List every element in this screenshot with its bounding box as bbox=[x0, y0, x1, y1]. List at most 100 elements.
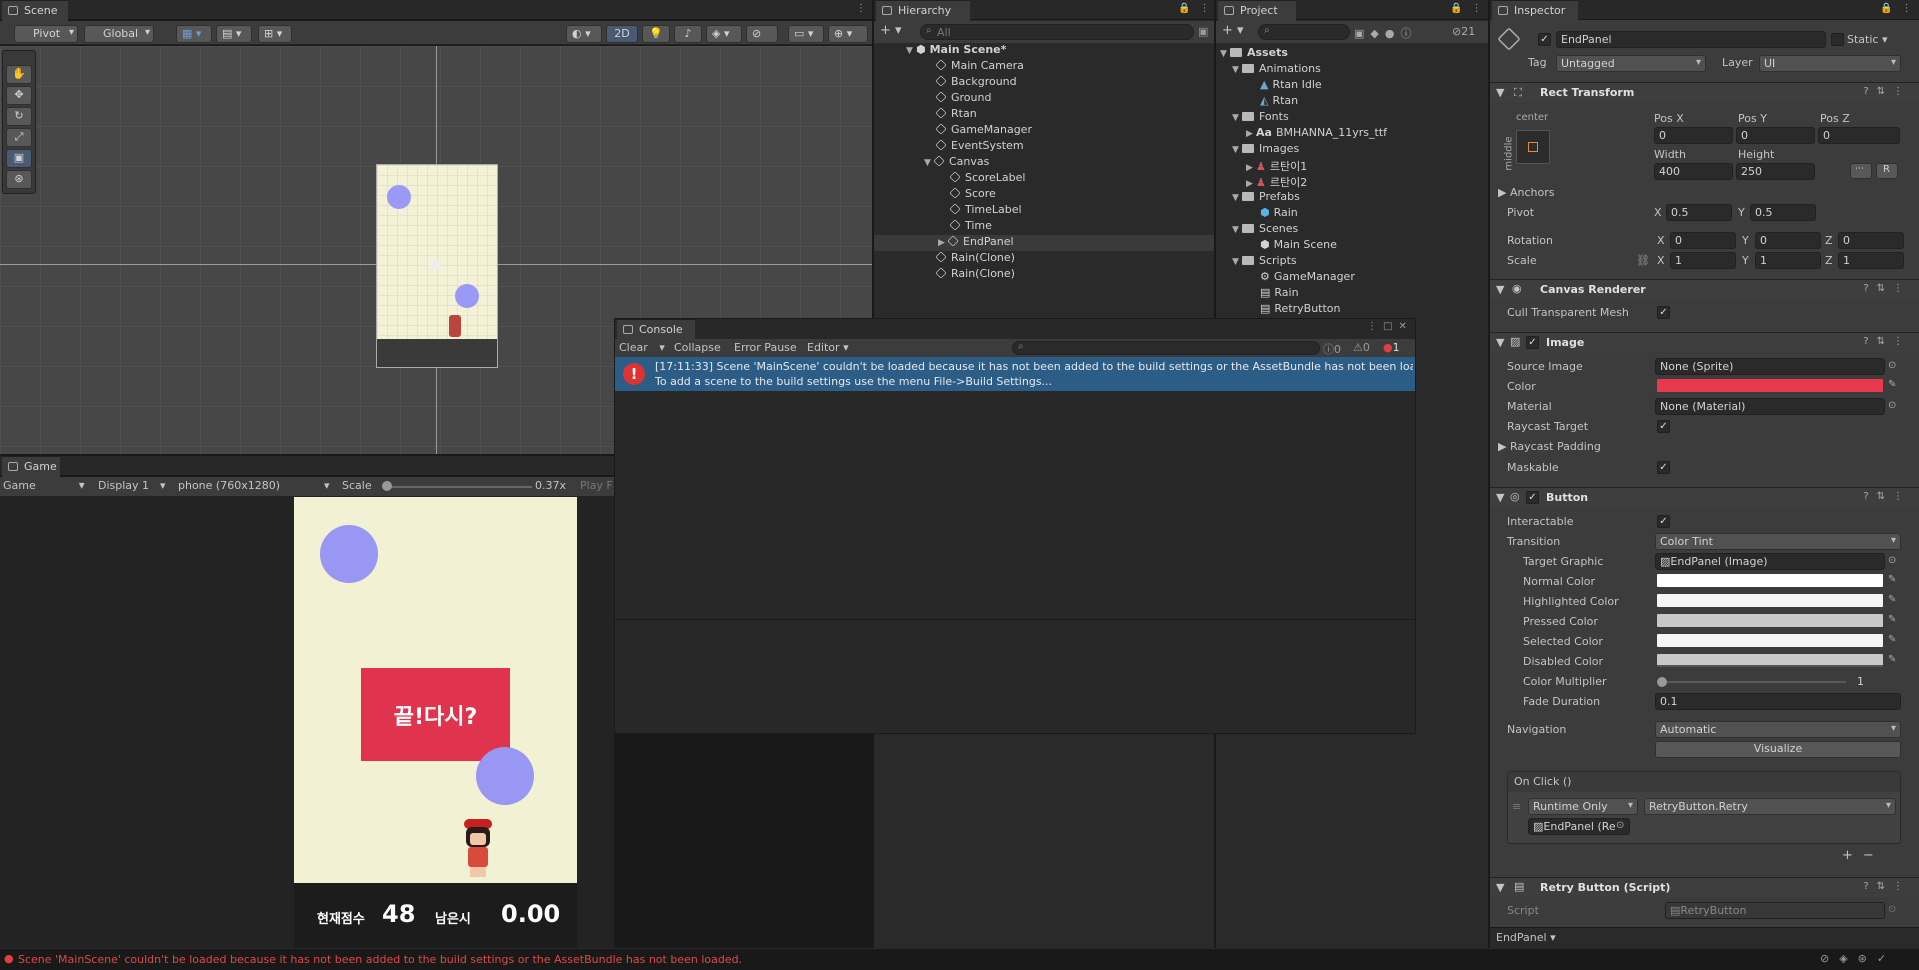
onclick-target-field[interactable]: ▨EndPanel (Re bbox=[1528, 818, 1630, 835]
anchors-foldout[interactable]: ▶ Anchors bbox=[1498, 186, 1554, 199]
project-item-fonts[interactable]: ▼ Fonts bbox=[1216, 110, 1488, 126]
canvas-renderer-header[interactable]: ▼ ◉ Canvas Renderer ?⇅⋮ bbox=[1490, 279, 1919, 299]
project-item-scripts[interactable]: ▼ Scripts bbox=[1216, 254, 1488, 270]
project-item-gamemanager-script[interactable]: ⚙ GameManager bbox=[1216, 270, 1488, 286]
expand-arrow-icon[interactable]: ▶ bbox=[1246, 163, 1256, 173]
rotate-tool[interactable]: ↻ bbox=[6, 107, 32, 126]
selected-color-swatch[interactable] bbox=[1657, 634, 1883, 647]
project-item-main-scene[interactable]: ⬢ Main Scene bbox=[1216, 238, 1488, 254]
project-item-scenes[interactable]: ▼ Scenes bbox=[1216, 222, 1488, 238]
visualize-button[interactable]: Visualize bbox=[1655, 741, 1901, 758]
console-error-count[interactable]: ●1 bbox=[1383, 341, 1400, 354]
width-input[interactable]: 400 bbox=[1654, 163, 1733, 180]
increment-snap-button[interactable]: ▤ ▾ bbox=[216, 25, 252, 43]
method-dropdown[interactable]: RetryButton.Retry bbox=[1644, 798, 1896, 815]
expand-arrow-icon[interactable]: ▼ bbox=[1232, 193, 1242, 203]
expand-arrow-icon[interactable]: ▼ bbox=[1232, 257, 1242, 267]
status-message[interactable]: Scene 'MainScene' couldn't be loaded bec… bbox=[18, 953, 742, 966]
hierarchy-item-score[interactable]: Score bbox=[874, 187, 1214, 203]
hierarchy-item-timelabel[interactable]: TimeLabel bbox=[874, 203, 1214, 219]
hierarchy-item-time[interactable]: Time bbox=[874, 219, 1214, 235]
expand-arrow-icon[interactable]: ▶ bbox=[1246, 129, 1256, 139]
button-enabled-checkbox[interactable]: ✓ bbox=[1526, 491, 1539, 504]
hierarchy-item-gamemanager[interactable]: GameManager bbox=[874, 123, 1214, 139]
tag-dropdown[interactable]: Untagged bbox=[1556, 55, 1706, 72]
console-search-input[interactable] bbox=[1012, 341, 1320, 355]
object-picker-icon[interactable]: ⊙ bbox=[1888, 555, 1900, 567]
project-search-input[interactable] bbox=[1258, 24, 1350, 40]
image-enabled-checkbox[interactable]: ✓ bbox=[1526, 336, 1539, 349]
pivot-dropdown[interactable]: Pivot bbox=[14, 25, 78, 43]
object-picker-icon[interactable]: ⊙ bbox=[1616, 820, 1628, 832]
component-menu-icons[interactable]: ?⇅⋮ bbox=[1863, 336, 1911, 347]
camera-button[interactable]: ▭ ▾ bbox=[788, 25, 824, 43]
expand-arrow-icon[interactable]: ▶ bbox=[938, 238, 948, 248]
move-tool[interactable]: ✥ bbox=[6, 86, 32, 105]
hierarchy-item-eventsystem[interactable]: EventSystem bbox=[874, 139, 1214, 155]
hierarchy-item-rain-clone[interactable]: Rain(Clone) bbox=[874, 267, 1214, 283]
active-checkbox[interactable]: ✓ bbox=[1538, 33, 1551, 46]
image-header[interactable]: ▼ ▨ ✓ Image ?⇅⋮ bbox=[1490, 332, 1919, 352]
source-image-field[interactable]: None (Sprite) bbox=[1655, 358, 1885, 375]
eyedropper-icon[interactable]: ✎ bbox=[1888, 594, 1900, 606]
status-bar-icons[interactable]: ⊘◈⊛✓ bbox=[1820, 952, 1896, 965]
anchor-preset-button[interactable] bbox=[1516, 130, 1550, 164]
expand-arrow-icon[interactable]: ▼ bbox=[1232, 145, 1242, 155]
object-picker-icon[interactable]: ⊙ bbox=[1888, 400, 1900, 412]
hierarchy-item-rain-clone[interactable]: Rain(Clone) bbox=[874, 251, 1214, 267]
pivot-y-input[interactable]: 0.5 bbox=[1750, 204, 1816, 221]
transform-tool[interactable]: ⊛ bbox=[6, 170, 32, 189]
hierarchy-item-endpanel[interactable]: ▶ EndPanel bbox=[874, 235, 1214, 251]
hierarchy-search-input[interactable]: All bbox=[920, 24, 1194, 40]
project-item-rtan-idle[interactable]: ▲ Rtan Idle bbox=[1216, 78, 1488, 94]
static-checkbox[interactable] bbox=[1831, 33, 1844, 46]
expand-arrow-icon[interactable]: ▼ bbox=[1232, 65, 1242, 75]
expand-arrow-icon[interactable]: ▼ bbox=[906, 46, 916, 56]
rot-x-input[interactable]: 0 bbox=[1670, 232, 1736, 249]
raycast-target-checkbox[interactable]: ✓ bbox=[1657, 420, 1670, 433]
project-add-button[interactable]: + ▾ bbox=[1222, 23, 1244, 38]
shading-button[interactable]: ◐ ▾ bbox=[566, 25, 602, 43]
scale-y-input[interactable]: 1 bbox=[1755, 252, 1821, 269]
scale-tool[interactable]: ⤢ bbox=[6, 128, 32, 147]
project-item-image-2[interactable]: ▶ ♟ 르탄이2 bbox=[1216, 174, 1488, 190]
grid-snap-button[interactable]: ▦ ▾ bbox=[176, 25, 212, 43]
scale-slider-track[interactable] bbox=[386, 486, 532, 488]
blueprint-mode-button[interactable]: ⋯ bbox=[1850, 163, 1872, 179]
project-item-font-file[interactable]: ▶ Aa BMHANNA_11yrs_ttf bbox=[1216, 126, 1488, 142]
height-input[interactable]: 250 bbox=[1736, 163, 1815, 180]
eyedropper-icon[interactable]: ✎ bbox=[1888, 379, 1900, 391]
button-header[interactable]: ▼ ◎ ✓ Button ?⇅⋮ bbox=[1490, 487, 1919, 507]
eyedropper-icon[interactable]: ✎ bbox=[1888, 574, 1900, 586]
component-menu-icons[interactable]: ?⇅⋮ bbox=[1863, 881, 1911, 892]
color-multiplier-slider[interactable] bbox=[1660, 681, 1846, 683]
hierarchy-item-canvas[interactable]: ▼ Canvas bbox=[874, 155, 1214, 171]
interactable-checkbox[interactable]: ✓ bbox=[1657, 515, 1670, 528]
navigation-dropdown[interactable]: Automatic bbox=[1655, 721, 1901, 738]
project-item-assets[interactable]: ▼ Assets bbox=[1216, 46, 1488, 62]
expand-arrow-icon[interactable]: ▶ bbox=[1246, 179, 1256, 189]
rect-transform-header[interactable]: ▼ ⛶ Rect Transform ?⇅⋮ bbox=[1490, 82, 1919, 102]
gizmos-button[interactable]: ⊕ ▾ bbox=[828, 25, 868, 43]
resolution-dropdown[interactable]: phone (760x1280) ▾ bbox=[178, 479, 334, 492]
play-focused-dropdown[interactable]: Play F bbox=[580, 479, 613, 492]
hierarchy-item-scorelabel[interactable]: ScoreLabel bbox=[874, 171, 1214, 187]
hierarchy-add-button[interactable]: + ▾ bbox=[880, 23, 902, 38]
color-multiplier-thumb[interactable] bbox=[1657, 677, 1667, 687]
layer-dropdown[interactable]: UI bbox=[1759, 55, 1901, 72]
hierarchy-item-main-scene[interactable]: ▼ ⬢ Main Scene* bbox=[874, 43, 1214, 59]
eyedropper-icon[interactable]: ✎ bbox=[1888, 614, 1900, 626]
raycast-padding-foldout[interactable]: ▶ Raycast Padding bbox=[1498, 440, 1601, 453]
end-panel-button[interactable]: 끝!다시? bbox=[361, 668, 510, 761]
expand-arrow-icon[interactable]: ▼ bbox=[1232, 113, 1242, 123]
expand-arrow-icon[interactable]: ▼ bbox=[1232, 225, 1242, 235]
scale-z-input[interactable]: 1 bbox=[1838, 252, 1904, 269]
eyedropper-icon[interactable]: ✎ bbox=[1888, 634, 1900, 646]
console-editor-dropdown[interactable]: Editor ▾ bbox=[807, 341, 849, 354]
raw-edit-button[interactable]: R bbox=[1876, 163, 1898, 179]
console-log-count[interactable]: ⓘ0 bbox=[1323, 341, 1341, 357]
console-detail-divider[interactable] bbox=[615, 619, 1415, 620]
project-item-images[interactable]: ▼ Images bbox=[1216, 142, 1488, 158]
expand-arrow-icon[interactable]: ▼ bbox=[924, 158, 934, 168]
image-color-swatch[interactable] bbox=[1657, 379, 1883, 392]
